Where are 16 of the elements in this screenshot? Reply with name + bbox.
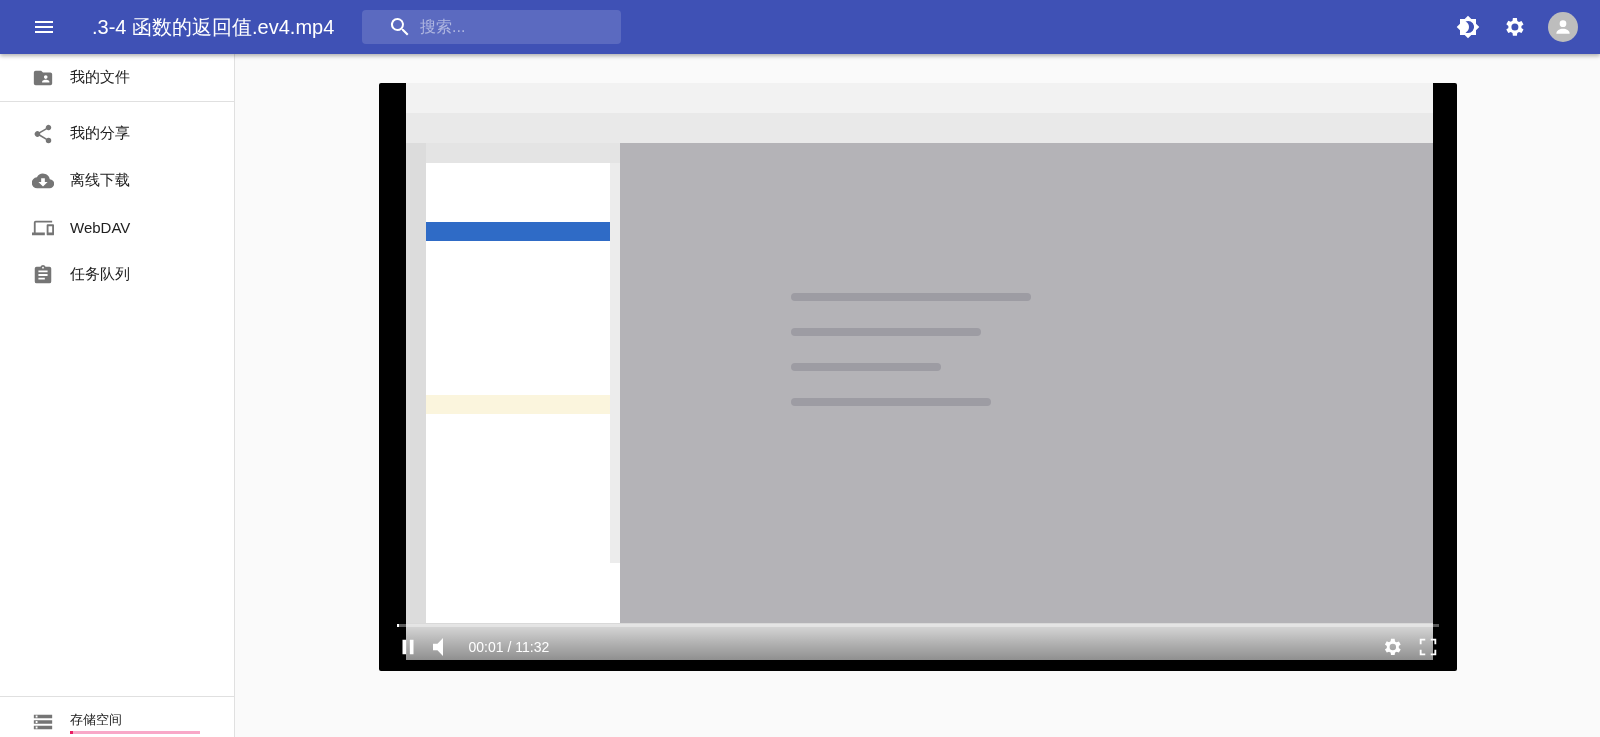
share-icon: [32, 122, 54, 145]
storage-label: 存储空间: [70, 710, 123, 729]
clipboard-icon: [32, 263, 54, 286]
page-title: .3-4 函数的返回值.ev4.mp4: [92, 14, 336, 40]
sidebar-item[interactable]: 我的文件: [0, 54, 234, 101]
sidebar-item[interactable]: 我的分享: [0, 110, 234, 157]
volume-button[interactable]: [432, 638, 443, 656]
sidebar-item[interactable]: 离线下载: [0, 157, 234, 204]
playback-time: 00:01 / 11:32: [468, 639, 550, 655]
sidebar-item[interactable]: WebDAV: [0, 204, 234, 251]
brightness-icon: [1456, 15, 1480, 39]
sidebar-item[interactable]: 任务队列: [0, 251, 234, 298]
user-icon: [1553, 17, 1573, 37]
avatar-button[interactable]: [1548, 12, 1578, 42]
theme-button[interactable]: [1456, 15, 1480, 39]
speaker-icon: [432, 638, 443, 656]
